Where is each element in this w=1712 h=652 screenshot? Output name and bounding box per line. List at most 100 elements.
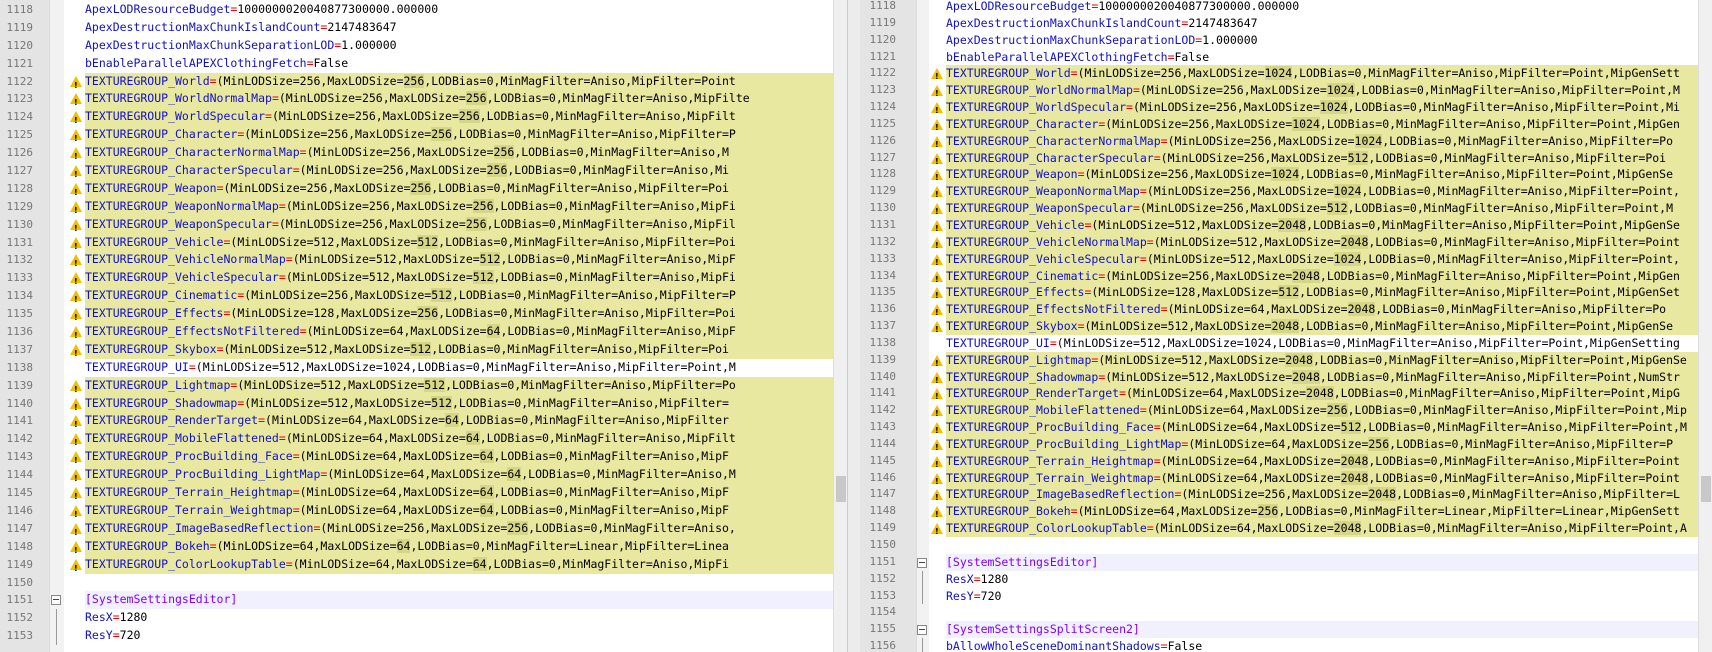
code-line[interactable]: 1128 TEXTUREGROUP_Weapon=(MinLODSize=256,… — [0, 179, 833, 202]
code-line[interactable]: 1133 TEXTUREGROUP_VehicleSpecular=(MinLOD… — [860, 250, 1712, 272]
code-line[interactable]: 1148 TEXTUREGROUP_Bokeh=(MinLODSize=64,Ma… — [0, 537, 833, 560]
code-line[interactable]: 1129 TEXTUREGROUP_WeaponNormalMap=(MinLOD… — [0, 197, 833, 220]
code-line[interactable]: 1136 TEXTUREGROUP_EffectsNotFiltered=(Min… — [860, 301, 1712, 322]
ini-value-suffix: ,LODBias=0,MinMagFilter=Aniso, — [528, 520, 736, 535]
code-line[interactable]: 1127 TEXTUREGROUP_CharacterSpecular=(MinL… — [860, 149, 1712, 170]
code-line[interactable]: 1130 TEXTUREGROUP_WeaponSpecular=(MinLODS… — [860, 200, 1712, 221]
code-line[interactable]: 1154 — [860, 604, 1712, 621]
code-line[interactable]: 1125 TEXTUREGROUP_Character=(MinLODSize=2… — [0, 126, 833, 148]
code-line[interactable]: 1126 TEXTUREGROUP_CharacterNormalMap=(Min… — [860, 132, 1712, 154]
code-line[interactable]: 1155 [SystemSettingsSplitScreen2] — [860, 621, 1712, 639]
code-line[interactable]: 1149 TEXTUREGROUP_ColorLookupTable=(MinLO… — [0, 555, 833, 578]
code-line[interactable]: 1131 TEXTUREGROUP_Vehicle=(MinLODSize=512… — [860, 216, 1712, 238]
ini-value-prefix: (MinLODSize=256,MaxLODSize= — [278, 216, 466, 231]
code-line[interactable]: 1156 bAllowWholeSceneDominantShadows=Fals… — [860, 638, 1712, 652]
code-line[interactable]: 1152 ResX=1280 — [0, 609, 833, 628]
code-line[interactable]: 1124 TEXTUREGROUP_WorldSpecular=(MinLODSi… — [860, 99, 1712, 120]
code-line[interactable]: 1133 TEXTUREGROUP_VehicleSpecular=(MinLOD… — [0, 269, 833, 291]
fold-collapse-icon[interactable] — [51, 595, 61, 606]
code-line[interactable]: 1132 TEXTUREGROUP_VehicleNormalMap=(MinLO… — [0, 251, 833, 273]
code-line[interactable]: 1139 TEXTUREGROUP_Lightmap=(MinLODSize=51… — [860, 351, 1712, 373]
code-line[interactable]: 1150 — [860, 537, 1712, 554]
code-line[interactable]: 1153 ResY=720 — [860, 587, 1712, 605]
code-line[interactable]: 1144 TEXTUREGROUP_ProcBuilding_LightMap=(… — [0, 466, 833, 488]
ini-value-suffix: ,LODBias=0,MinMagFilter=Aniso,MipFilter=… — [1319, 268, 1680, 283]
code-line[interactable]: 1135 TEXTUREGROUP_Effects=(MinLODSize=128… — [0, 305, 833, 327]
code-line[interactable]: 1147 TEXTUREGROUP_ImageBasedReflection=(M… — [860, 486, 1712, 507]
code-line[interactable]: 1120 ApexDestructionMaxChunkSeparationLOD… — [860, 32, 1712, 49]
code-line[interactable]: 1137 TEXTUREGROUP_Skybox=(MinLODSize=512,… — [860, 318, 1712, 339]
code-line[interactable]: 1152 ResX=1280 — [860, 570, 1712, 588]
code-line[interactable]: 1127 TEXTUREGROUP_CharacterSpecular=(MinL… — [0, 162, 833, 184]
code-line[interactable]: 1134 TEXTUREGROUP_Cinematic=(MinLODSize=2… — [0, 287, 833, 309]
code-line[interactable]: 1131 TEXTUREGROUP_Vehicle=(MinLODSize=512… — [0, 233, 833, 255]
ini-value-prefix: (MinLODSize=256,MaxLODSize= — [1181, 487, 1369, 502]
code-line[interactable]: 1148 TEXTUREGROUP_Bokeh=(MinLODSize=64,Ma… — [860, 503, 1712, 524]
code-line[interactable]: 1138 TEXTUREGROUP_UI=(MinLODSize=512,MaxL… — [0, 359, 833, 377]
code-line[interactable]: 1141 TEXTUREGROUP_RenderTarget=(MinLODSiz… — [0, 412, 833, 434]
code-text: TEXTUREGROUP_Terrain_Weightmap=(MinLODSi… — [946, 469, 1712, 487]
code-line[interactable]: 1151 [SystemSettingsEditor] — [860, 553, 1712, 571]
left-editor-pane[interactable]: 1118 ApexLODResourceBudget=10000000200408… — [0, 0, 833, 652]
code-line[interactable]: 1125 TEXTUREGROUP_Character=(MinLODSize=2… — [860, 115, 1712, 137]
right-scrollbar[interactable] — [1698, 0, 1712, 652]
code-line[interactable]: 1143 TEXTUREGROUP_ProcBuilding_Face=(MinL… — [0, 448, 833, 470]
code-line[interactable]: 1146 TEXTUREGROUP_Terrain_Weightmap=(MinL… — [860, 469, 1712, 490]
code-line[interactable]: 1144 TEXTUREGROUP_ProcBuilding_LightMap=(… — [860, 435, 1712, 457]
code-line[interactable]: 1150 — [0, 574, 833, 592]
code-line[interactable]: 1140 TEXTUREGROUP_Shadowmap=(MinLODSize=5… — [860, 368, 1712, 389]
code-line[interactable]: 1142 TEXTUREGROUP_MobileFlattened=(MinLOD… — [860, 402, 1712, 423]
code-line[interactable]: 1149 TEXTUREGROUP_ColorLookupTable=(MinLO… — [860, 520, 1712, 541]
code-line[interactable]: 1145 TEXTUREGROUP_Terrain_Heightmap=(MinL… — [0, 484, 833, 506]
code-line[interactable]: 1145 TEXTUREGROUP_Terrain_Heightmap=(MinL… — [860, 452, 1712, 474]
code-line[interactable]: 1136 TEXTUREGROUP_EffectsNotFiltered=(Min… — [0, 323, 833, 345]
code-line[interactable]: 1151 [SystemSettingsEditor] — [0, 591, 833, 610]
fold-collapse-icon[interactable] — [917, 557, 927, 568]
fold-collapse-icon[interactable] — [917, 625, 927, 636]
code-line[interactable]: 1118 ApexLODResourceBudget=10000000200408… — [860, 0, 1712, 15]
code-line[interactable]: 1134 TEXTUREGROUP_Cinematic=(MinLODSize=2… — [860, 267, 1712, 288]
code-line[interactable]: 1130 TEXTUREGROUP_WeaponSpecular=(MinLODS… — [0, 215, 833, 238]
equals-sign: = — [271, 91, 279, 106]
code-line[interactable]: 1118 ApexLODResourceBudget=10000000200408… — [0, 1, 833, 19]
code-line[interactable]: 1140 TEXTUREGROUP_Shadowmap=(MinLODSize=5… — [0, 394, 833, 416]
code-line[interactable]: 1120 ApexDestructionMaxChunkSeparationLOD… — [0, 37, 833, 55]
code-line[interactable]: 1137 TEXTUREGROUP_Skybox=(MinLODSize=512,… — [0, 340, 833, 363]
code-line[interactable]: 1129 TEXTUREGROUP_WeaponNormalMap=(MinLOD… — [860, 183, 1712, 204]
code-line[interactable]: 1147 TEXTUREGROUP_ImageBasedReflection=(M… — [0, 519, 833, 542]
code-line[interactable]: 1119 ApexDestructionMaxChunkIslandCount=2… — [860, 15, 1712, 32]
code-line[interactable]: 1141 TEXTUREGROUP_RenderTarget=(MinLODSiz… — [860, 385, 1712, 406]
diff-changed-value: 256 — [486, 163, 508, 178]
code-line[interactable]: 1123 TEXTUREGROUP_WorldNormalMap=(MinLODS… — [0, 90, 833, 112]
right-editor-pane[interactable]: 1118 ApexLODResourceBudget=10000000200408… — [860, 0, 1712, 652]
code-line[interactable]: 1119 ApexDestructionMaxChunkIslandCount=2… — [0, 19, 833, 37]
warning-triangle-icon — [70, 451, 82, 470]
ini-key: ApexLODResourceBudget — [946, 0, 1092, 13]
code-line[interactable]: 1139 TEXTUREGROUP_Lightmap=(MinLODSize=51… — [0, 376, 833, 399]
warning-triangle-icon — [931, 169, 943, 187]
code-line[interactable]: 1132 TEXTUREGROUP_VehicleNormalMap=(MinLO… — [860, 233, 1712, 255]
code-line[interactable]: 1138 TEXTUREGROUP_UI=(MinLODSize=512,MaxL… — [860, 335, 1712, 352]
code-line[interactable]: 1128 TEXTUREGROUP_Weapon=(MinLODSize=256,… — [860, 166, 1712, 187]
code-line[interactable]: 1146 TEXTUREGROUP_Terrain_Weightmap=(MinL… — [0, 501, 833, 524]
code-line[interactable]: 1121 bEnableParallelAPEXClothingFetch=Fal… — [0, 55, 833, 73]
warning-triangle-icon — [70, 558, 82, 578]
code-line[interactable]: 1121 bEnableParallelAPEXClothingFetch=Fal… — [860, 49, 1712, 66]
code-line[interactable]: 1126 TEXTUREGROUP_CharacterNormalMap=(Min… — [0, 144, 833, 166]
code-line[interactable]: 1123 TEXTUREGROUP_WorldNormalMap=(MinLODS… — [860, 82, 1712, 103]
code-line[interactable]: 1122 TEXTUREGROUP_World=(MinLODSize=256,M… — [860, 65, 1712, 86]
code-line[interactable]: 1142 TEXTUREGROUP_MobileFlattened=(MinLOD… — [0, 430, 833, 452]
left-scrollbar[interactable] — [833, 0, 848, 652]
code-line[interactable]: 1124 TEXTUREGROUP_WorldSpecular=(MinLODSi… — [0, 108, 833, 130]
code-line[interactable]: 1122 TEXTUREGROUP_World=(MinLODSize=256,M… — [0, 72, 833, 94]
left-scrollbar-thumb[interactable] — [836, 476, 846, 502]
ini-key: ResY — [946, 588, 974, 603]
code-line[interactable]: 1135 TEXTUREGROUP_Effects=(MinLODSize=128… — [860, 284, 1712, 305]
line-number: 1149 — [6, 557, 34, 571]
code-line[interactable]: 1143 TEXTUREGROUP_ProcBuilding_Face=(MinL… — [860, 419, 1712, 440]
right-scrollbar-thumb[interactable] — [1701, 476, 1711, 502]
equals-sign: = — [1126, 100, 1133, 115]
line-number: 1138 — [869, 335, 897, 349]
ini-value-suffix: ,LODBias=0,MinMagFilter=Aniso,MipFilter=… — [431, 341, 729, 356]
code-line[interactable]: 1153 ResY=720 — [0, 627, 833, 646]
